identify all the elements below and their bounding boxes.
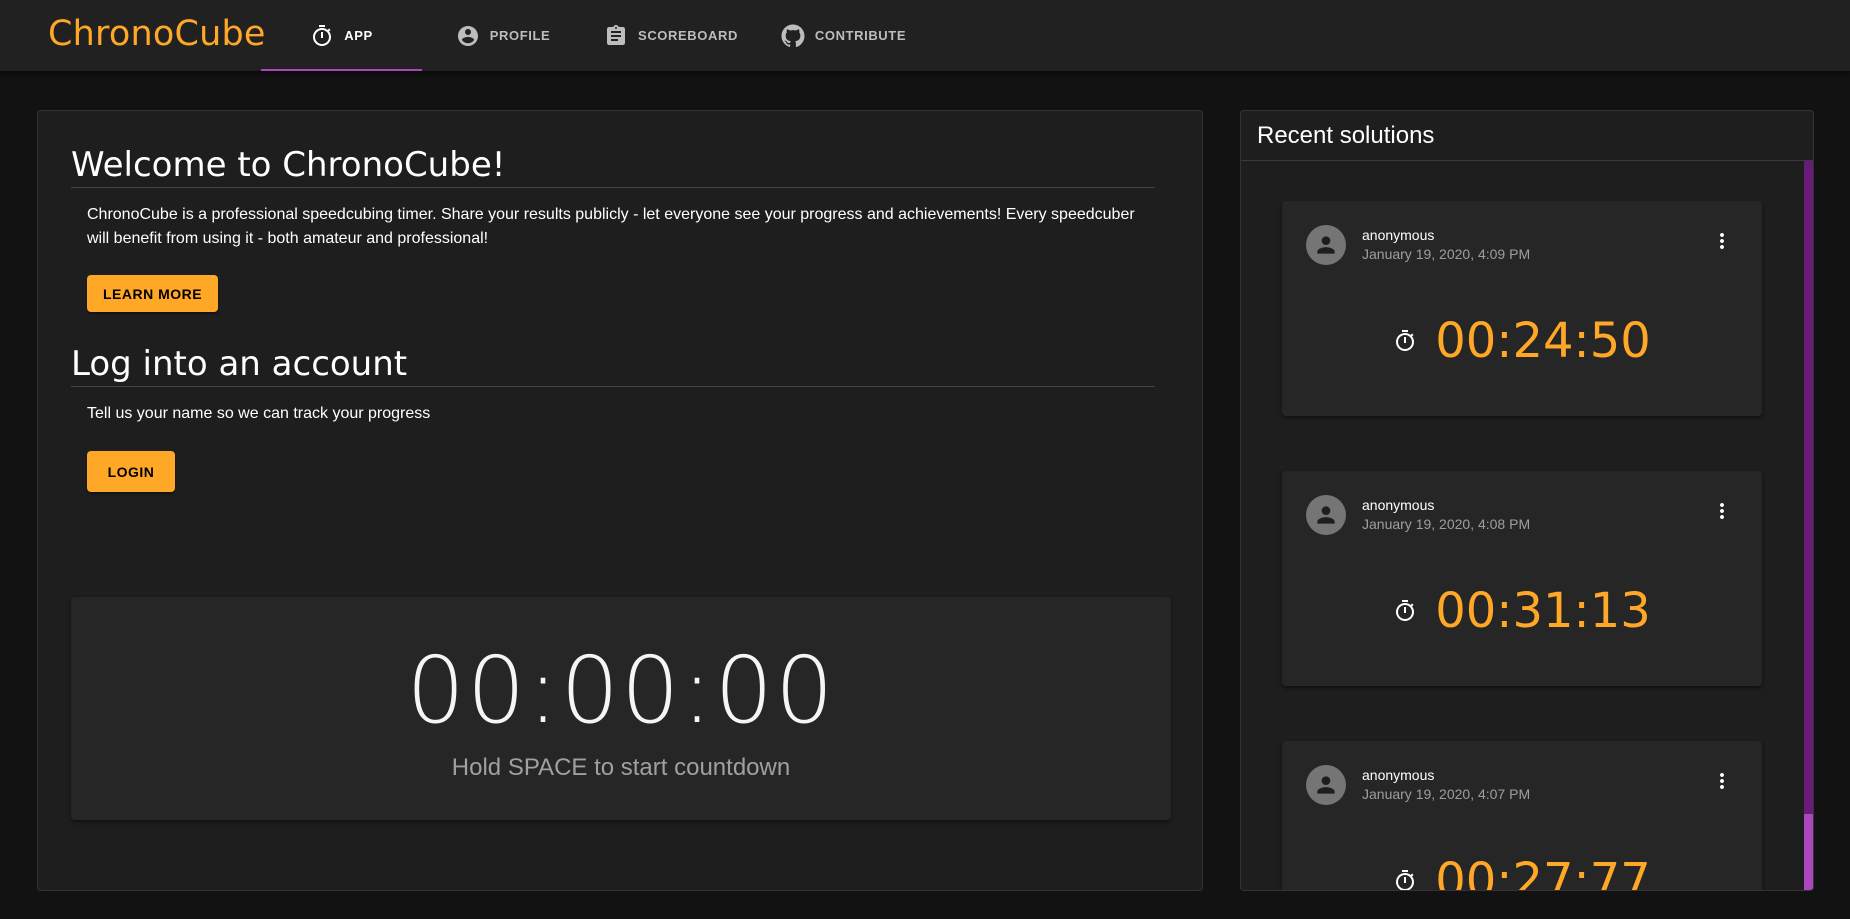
app-brand[interactable]: ChronoCube [48,14,266,54]
avatar [1306,495,1346,535]
person-icon [1317,776,1335,794]
scrollbar-thumb[interactable] [1804,814,1813,890]
more-vert-icon[interactable] [1710,769,1734,793]
more-vert-icon[interactable] [1710,229,1734,253]
timer-icon [313,24,332,46]
solution-card: anonymous January 19, 2020, 4:09 PM 00:2… [1282,201,1762,416]
timer-icon [1396,600,1415,621]
solution-time: 00:31:13 [1435,583,1651,639]
tab-profile[interactable]: PROFILE [438,0,568,71]
solution-date: January 19, 2020, 4:07 PM [1362,786,1531,802]
avatar [1306,765,1346,805]
scrollbar-track[interactable] [1804,161,1813,890]
solution-card: anonymous January 19, 2020, 4:07 PM 00:2… [1282,741,1762,891]
tab-scoreboard[interactable]: SCOREBOARD [596,0,746,71]
timer-panel[interactable]: 00:00:00 Hold SPACE to start countdown [71,597,1171,820]
solution-user: anonymous [1362,497,1435,513]
tab-profile-label: PROFILE [489,28,551,43]
solution-card: anonymous January 19, 2020, 4:08 PM 00:3… [1282,471,1762,686]
solution-date: January 19, 2020, 4:08 PM [1362,516,1531,532]
timer-display: 00:00:00 [406,637,836,744]
learn-more-button[interactable]: LEARN MORE [87,275,219,312]
account-circle-icon [457,25,478,46]
timer-icon [1396,330,1415,351]
recent-solutions-panel: Recent solutions anonymous January 19, 2… [1240,110,1814,891]
solution-user: anonymous [1362,227,1435,243]
solution-date: January 19, 2020, 4:09 PM [1362,246,1531,262]
welcome-title: Welcome to ChronoCube! [71,145,1155,188]
main-panel: Welcome to ChronoCube! ChronoCube is a p… [37,110,1203,891]
more-vert-icon[interactable] [1710,499,1734,523]
tab-scoreboard-label: SCOREBOARD [638,28,738,43]
tab-contribute[interactable]: CONTRIBUTE [776,0,911,71]
solution-time-row: 00:24:50 [1282,313,1762,369]
person-icon [1317,506,1335,524]
solution-time: 00:27:77 [1435,853,1651,891]
github-icon [781,24,805,47]
recent-solutions-title: Recent solutions [1257,122,1435,149]
solution-time: 00:24:50 [1435,313,1651,369]
login-title: Log into an account [71,344,1155,387]
login-text: Tell us your name so we can track your p… [87,405,431,422]
app-bar: ChronoCube APP PROFILE SCOREBOARD CONTRI… [0,0,1850,71]
solution-time-row: 00:31:13 [1282,583,1762,639]
tab-app[interactable]: APP [261,0,422,71]
tab-app-label: APP [344,28,373,43]
timer-hint: Hold SPACE to start countdown [451,754,791,781]
tab-contribute-label: CONTRIBUTE [814,28,907,43]
avatar [1306,225,1346,265]
timer-icon [1396,870,1415,890]
login-button[interactable]: LOGIN [87,451,175,492]
solution-user: anonymous [1362,767,1435,783]
person-icon [1317,236,1335,254]
solution-time-row: 00:27:77 [1282,853,1762,891]
divider [1241,160,1813,161]
assignment-icon [607,24,626,45]
welcome-text: ChronoCube is a professional speedcubing… [87,206,1135,247]
